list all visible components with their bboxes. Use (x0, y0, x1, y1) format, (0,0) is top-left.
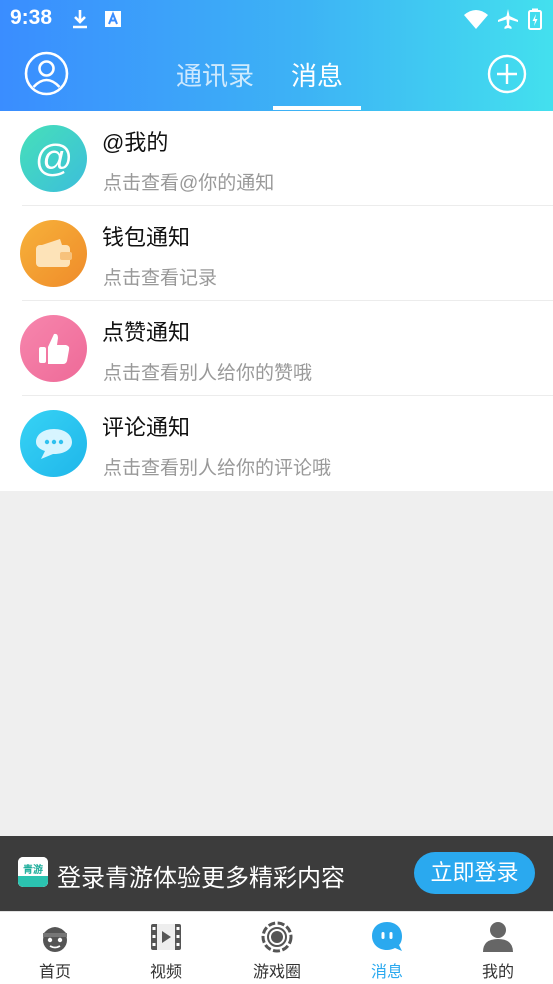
bottom-nav: 首页 视频 游戏圈 消息 我的 (0, 911, 553, 984)
add-icon[interactable] (487, 54, 527, 94)
nav-label: 首页 (38, 964, 71, 981)
active-tab-indicator (273, 106, 361, 110)
battery-icon (528, 8, 542, 30)
tab-messages[interactable]: 消息 (291, 56, 343, 93)
message-list: @ @我的 点击查看@你的通知 钱包通知 点击查看记录 点赞通知 点击查看别人给… (0, 111, 553, 491)
thumbs-up-icon (20, 315, 87, 382)
download-icon (73, 10, 87, 29)
nav-label: 游戏圈 (252, 964, 301, 981)
message-row-comments[interactable]: 评论通知 点击查看别人给你的评论哦 (0, 396, 553, 491)
nav-label: 视频 (149, 964, 182, 981)
airplane-mode-icon (498, 9, 518, 29)
login-prompt-text: 登录青游体验更多精彩内容 (57, 865, 345, 892)
message-icon (372, 922, 402, 951)
message-row-mentions[interactable]: @ @我的 点击查看@你的通知 (0, 111, 553, 206)
message-title: 点赞通知 (102, 320, 191, 345)
game-circle-icon (261, 921, 293, 953)
message-subtitle: 点击查看别人给你的赞哦 (103, 363, 313, 384)
nav-label: 我的 (481, 964, 514, 981)
nav-label: 消息 (370, 964, 403, 981)
profile-icon (483, 922, 513, 952)
wifi-icon (464, 10, 488, 29)
svg-text:@: @ (34, 138, 73, 180)
wallet-icon (20, 220, 87, 287)
message-row-wallet[interactable]: 钱包通知 点击查看记录 (0, 206, 553, 301)
svg-text:青游: 青游 (23, 863, 43, 876)
nav-item-home[interactable]: 首页 (0, 912, 110, 984)
message-title: @我的 (102, 130, 169, 155)
message-title: 评论通知 (102, 415, 191, 440)
tab-contacts[interactable]: 通讯录 (176, 56, 254, 93)
login-button[interactable]: 立即登录 (414, 852, 535, 894)
home-mascot-icon (43, 927, 67, 952)
message-subtitle: 点击查看@你的通知 (103, 173, 275, 194)
app-header: 9:38 通讯录 消息 (0, 0, 553, 111)
status-bar: 9:38 (0, 0, 553, 38)
nav-item-profile[interactable]: 我的 (443, 912, 553, 984)
message-subtitle: 点击查看别人给你的评论哦 (103, 458, 332, 479)
video-icon (151, 924, 181, 950)
nav-item-video[interactable]: 视频 (111, 912, 221, 984)
app-logo: 青游 (18, 857, 48, 887)
message-title: 钱包通知 (102, 225, 191, 250)
status-time: 9:38 (10, 6, 53, 29)
nav-item-game-circle[interactable]: 游戏圈 (222, 912, 332, 984)
comment-icon (20, 410, 87, 477)
message-row-likes[interactable]: 点赞通知 点击查看别人给你的赞哦 (0, 301, 553, 396)
at-icon: @ (20, 125, 87, 192)
message-subtitle: 点击查看记录 (103, 268, 218, 289)
nav-item-messages[interactable]: 消息 (332, 912, 442, 984)
app-notification-icon (105, 11, 121, 27)
user-avatar-icon[interactable] (24, 51, 69, 96)
